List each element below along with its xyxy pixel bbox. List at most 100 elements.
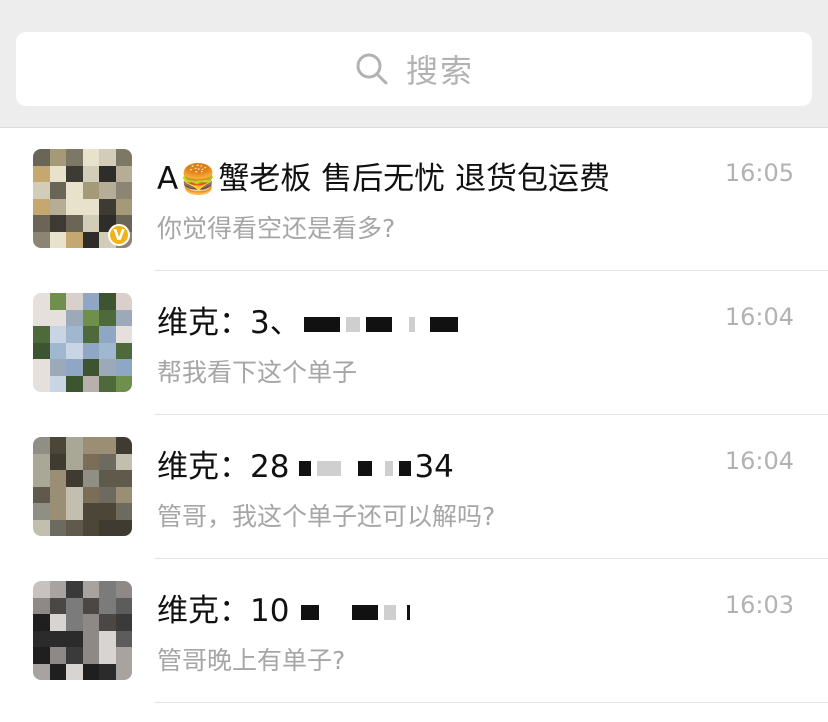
avatar-mosaic-cell <box>49 342 67 360</box>
avatar-mosaic-cell <box>99 614 116 631</box>
avatar-mosaic-cell <box>115 486 132 504</box>
search-bar[interactable]: 搜索 <box>16 32 812 106</box>
avatar-mosaic-cell <box>115 182 132 199</box>
redaction-mark <box>303 317 340 332</box>
avatar-mosaic-cell <box>33 503 50 520</box>
avatar-mosaic-cell <box>66 470 83 487</box>
avatar-mosaic-cell <box>33 215 50 232</box>
redaction-mark <box>429 317 458 332</box>
avatar-mosaic-cell <box>33 453 50 471</box>
avatar-mosaic-cell <box>82 326 100 343</box>
avatar-mosaic-cell <box>33 375 50 392</box>
avatar-mosaic-cell <box>33 647 50 664</box>
avatar-mosaic-cell <box>66 231 83 248</box>
avatar-mosaic-cell <box>49 149 67 166</box>
avatar-mosaic-cell <box>49 182 67 199</box>
chat-row[interactable]: 维克：3、 16:04 帮我看下这个单子 <box>0 271 828 415</box>
avatar-mosaic-cell <box>49 359 67 376</box>
avatar-mosaic-cell <box>82 309 100 327</box>
avatar-mosaic-cell <box>115 519 132 536</box>
avatar-mosaic-cell <box>33 581 50 598</box>
avatar-mosaic-cell <box>66 614 83 631</box>
avatar-mosaic-cell <box>82 597 100 615</box>
avatar-mosaic-cell <box>33 326 50 343</box>
avatar-mosaic-cell <box>49 663 67 680</box>
avatar[interactable] <box>33 437 132 536</box>
avatar-mosaic-cell <box>115 597 132 615</box>
chat-row[interactable]: 维克：28 34 16:04 管哥，我这个单子还可以解吗? <box>0 415 828 559</box>
avatar-mosaic-cell <box>99 630 116 648</box>
avatar-mosaic-cell <box>99 182 116 199</box>
chat-row[interactable]: 维克：10 16:03 管哥晚上有单子? <box>0 559 828 703</box>
chat-title-prefix: 维克：3、 <box>157 305 301 341</box>
avatar-mosaic-cell <box>115 359 132 376</box>
chat-title: 维克：10 <box>157 585 413 630</box>
search-icon <box>354 51 390 87</box>
avatar-mosaic-cell <box>99 342 116 360</box>
avatar-mosaic-cell <box>82 165 100 183</box>
avatar-mosaic-cell <box>115 326 132 343</box>
avatar-mosaic-cell <box>66 453 83 471</box>
chat-row[interactable]: V A🍔蟹老板 售后无忧 退货包运费 16:05 你觉得看空还是看多? <box>0 127 828 271</box>
avatar-mosaic-cell <box>49 597 67 615</box>
avatar-mosaic-cell <box>82 486 100 504</box>
avatar-mosaic-cell <box>66 293 83 310</box>
avatar-mosaic-cell <box>66 375 83 392</box>
chat-title: A🍔蟹老板 售后无忧 退货包运费 <box>157 153 610 198</box>
divider <box>154 702 828 703</box>
avatar-mosaic-cell <box>66 326 83 343</box>
avatar-mosaic-cell <box>115 581 132 598</box>
avatar-mosaic-cell <box>66 359 83 376</box>
avatar-mosaic-cell <box>99 359 116 376</box>
avatar-mosaic-cell <box>66 647 83 664</box>
avatar-mosaic-cell <box>33 519 50 536</box>
avatar-mosaic-cell <box>49 614 67 631</box>
avatar-mosaic-cell <box>82 149 100 166</box>
avatar[interactable]: V <box>33 149 132 248</box>
avatar-mosaic-cell <box>115 293 132 310</box>
redaction-mark <box>301 605 320 620</box>
avatar-mosaic-cell <box>49 470 67 487</box>
avatar-mosaic-cell <box>115 149 132 166</box>
avatar-mosaic-cell <box>66 630 83 648</box>
chat-preview: 你觉得看空还是看多? <box>157 214 396 243</box>
avatar-mosaic-cell <box>33 486 50 504</box>
chat-time: 16:04 <box>724 447 794 475</box>
avatar-mosaic-cell <box>99 326 116 343</box>
avatar[interactable] <box>33 293 132 392</box>
chat-title-rest: 蟹老板 售后无忧 退货包运费 <box>218 161 611 197</box>
avatar[interactable] <box>33 581 132 680</box>
avatar-mosaic-cell <box>82 630 100 648</box>
avatar-mosaic-cell <box>99 198 116 216</box>
avatar-mosaic-cell <box>115 647 132 664</box>
avatar-mosaic-cell <box>66 309 83 327</box>
avatar-mosaic-cell <box>82 293 100 310</box>
avatar-mosaic-cell <box>33 293 50 310</box>
avatar-mosaic-cell <box>33 437 50 454</box>
avatar-mosaic-cell <box>66 342 83 360</box>
avatar-mosaic-cell <box>82 437 100 454</box>
avatar-mosaic-cell <box>49 453 67 471</box>
avatar-mosaic-cell <box>82 231 100 248</box>
avatar-mosaic-cell <box>99 375 116 392</box>
redaction-mark <box>358 461 373 476</box>
avatar-mosaic-cell <box>115 375 132 392</box>
avatar-mosaic-cell <box>49 309 67 327</box>
avatar-mosaic-cell <box>66 215 83 232</box>
avatar-mosaic-cell <box>66 437 83 454</box>
avatar-mosaic-cell <box>99 581 116 598</box>
avatar-mosaic-cell <box>33 182 50 199</box>
avatar-mosaic-cell <box>49 326 67 343</box>
search-placeholder: 搜索 <box>405 52 474 90</box>
avatar-mosaic-cell <box>33 342 50 360</box>
avatar-mosaic-cell <box>82 581 100 598</box>
avatar-mosaic-cell <box>82 647 100 664</box>
avatar-mosaic-cell <box>115 614 132 631</box>
avatar-mosaic-cell <box>82 198 100 216</box>
avatar-mosaic-cell <box>49 647 67 664</box>
avatar-mosaic-cell <box>82 182 100 199</box>
avatar-mosaic-cell <box>66 663 83 680</box>
avatar-mosaic-cell <box>115 503 132 520</box>
chat-time: 16:04 <box>724 303 794 331</box>
avatar-mosaic-cell <box>99 309 116 327</box>
